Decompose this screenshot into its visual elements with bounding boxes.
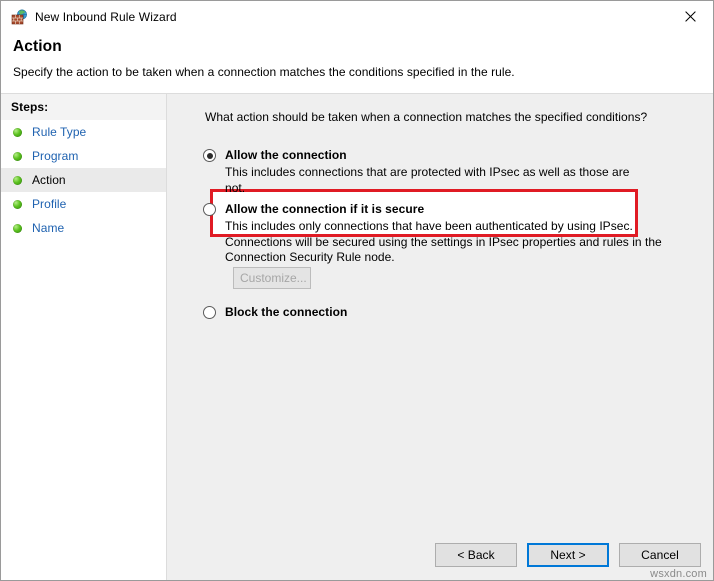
sidebar-item-name[interactable]: Name [1,216,166,240]
sidebar-item-label: Action [32,173,66,187]
close-icon[interactable] [668,1,713,32]
sidebar-item-action[interactable]: Action [1,168,166,192]
radio-allow-if-secure[interactable] [203,203,216,216]
step-bullet-icon [13,223,22,233]
window-title: New Inbound Rule Wizard [35,9,177,24]
customize-button[interactable]: Customize... [233,267,311,289]
sidebar-item-program[interactable]: Program [1,144,166,168]
sidebar-item-label: Profile [32,197,67,211]
option-title: Allow the connection [225,148,347,162]
steps-heading: Steps: [1,94,166,120]
radio-block-the-connection[interactable] [203,306,216,319]
title-bar: New Inbound Rule Wizard [1,1,713,32]
option-allow-if-secure[interactable]: Allow the connection if it is secure Thi… [203,202,680,266]
page-title: Action [13,38,62,55]
option-title: Block the connection [225,305,348,319]
option-description: This includes connections that are prote… [225,165,630,195]
sidebar-item-profile[interactable]: Profile [1,192,166,216]
next-button[interactable]: Next > [527,543,609,567]
option-title: Allow the connection if it is secure [225,202,425,216]
step-bullet-icon [13,151,22,161]
step-bullet-icon [13,175,22,185]
step-bullet-icon [13,127,22,137]
cancel-button[interactable]: Cancel [619,543,701,567]
firewall-brick-globe-icon [11,9,27,25]
step-bullet-icon [13,199,22,209]
steps-sidebar: Steps: Rule Type Program Action Profile … [1,94,167,580]
action-question: What action should be taken when a conne… [205,110,648,124]
page-subtitle: Specify the action to be taken when a co… [13,65,515,79]
option-description: This includes only connections that have… [225,219,662,264]
window-controls [668,1,713,32]
wizard-footer: < Back Next > Cancel [435,543,701,567]
back-button[interactable]: < Back [435,543,517,567]
sidebar-item-label: Program [32,149,79,163]
content-panel: What action should be taken when a conne… [167,94,713,580]
watermark: wsxdn.com [650,568,707,580]
sidebar-item-label: Name [32,221,65,235]
option-allow-the-connection[interactable]: Allow the connection This includes conne… [203,148,635,196]
page-header: Action Specify the action to be taken wh… [1,32,713,94]
wizard-window: New Inbound Rule Wizard Action Specify t… [0,0,714,581]
sidebar-item-label: Rule Type [32,125,87,139]
radio-allow-the-connection[interactable] [203,149,216,162]
wizard-body: Steps: Rule Type Program Action Profile … [1,94,713,580]
sidebar-item-rule-type[interactable]: Rule Type [1,120,166,144]
option-block-the-connection[interactable]: Block the connection [203,305,347,320]
